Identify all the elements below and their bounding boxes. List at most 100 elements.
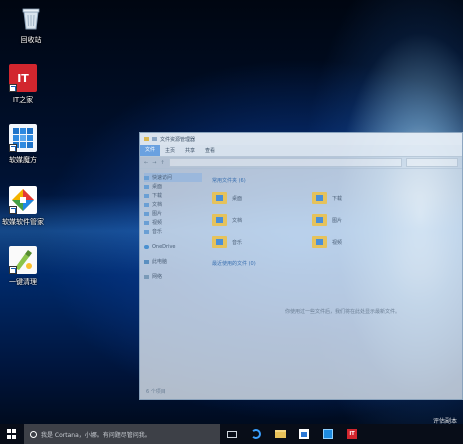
store-button[interactable] <box>292 424 316 444</box>
folder-tile[interactable]: 音乐 <box>212 234 312 250</box>
up-arrow-icon[interactable]: ↑ <box>160 160 164 166</box>
file-explorer-window[interactable]: 文件资源管理器 文件 主页 共享 查看 ← → ↑ 快速访问 桌面 下载 文档 … <box>139 132 463 400</box>
one-click-clean-icon <box>9 246 37 274</box>
nav-item-quick-access[interactable]: 快速访问 <box>144 173 202 182</box>
tab-share[interactable]: 共享 <box>180 147 200 154</box>
nav-label: 文档 <box>152 202 163 208</box>
tab-view[interactable]: 查看 <box>200 147 220 154</box>
address-input[interactable] <box>168 158 402 167</box>
section-frequent-folders[interactable]: 常用文件夹 (6) <box>212 177 452 184</box>
ribbon-tabs: 文件 主页 共享 查看 <box>140 145 462 157</box>
ithome-button[interactable]: IT <box>340 424 364 444</box>
nav-label: 下载 <box>152 193 163 199</box>
nav-item-this-pc[interactable]: 此电脑 <box>144 257 202 266</box>
ithome-icon: IT <box>9 64 37 92</box>
nav-label: 此电脑 <box>152 259 168 265</box>
quick-access-toolbar-icon[interactable] <box>152 137 157 141</box>
section-recent-files[interactable]: 最近使用的文件 (0) <box>212 260 452 267</box>
task-view-button[interactable] <box>220 424 244 444</box>
music-icon <box>144 229 149 234</box>
download-icon <box>144 193 149 198</box>
folder-label: 下载 <box>332 195 343 202</box>
navigation-pane: 快速访问 桌面 下载 文档 图片 视频 音乐 OneDrive 此电脑 网络 <box>144 173 202 281</box>
shortcut-arrow-icon <box>9 84 17 92</box>
nav-label: 桌面 <box>152 184 163 190</box>
desktop-icon-label: IT之家 <box>12 96 34 104</box>
tab-file[interactable]: 文件 <box>140 145 161 156</box>
forward-arrow-icon[interactable]: → <box>152 160 156 166</box>
tab-home[interactable]: 主页 <box>160 147 180 154</box>
desktop-icon-software-manager[interactable]: 软媒软件管家 <box>0 186 52 227</box>
folder-tile[interactable]: 视频 <box>312 234 412 250</box>
cortana-search-box[interactable]: 我是 Cortana，小娜。有问题尽管问我。 <box>24 424 220 444</box>
folder-icon <box>212 236 227 248</box>
nav-label: 音乐 <box>152 229 163 235</box>
shortcut-arrow-icon <box>9 266 17 274</box>
network-icon <box>144 274 149 279</box>
store-icon <box>299 429 309 439</box>
edge-icon <box>251 429 261 439</box>
nav-item-videos[interactable]: 视频 <box>144 218 202 227</box>
nav-item-network[interactable]: 网络 <box>144 272 202 281</box>
desktop-icon-label: 软媒魔方 <box>9 156 37 164</box>
ruanmei-cube-icon <box>323 429 333 439</box>
nav-label: 网络 <box>152 274 163 280</box>
folder-label: 图片 <box>332 217 343 224</box>
nav-item-downloads[interactable]: 下载 <box>144 191 202 200</box>
ruanmei-cube-icon <box>9 124 37 152</box>
taskbar: 我是 Cortana，小娜。有问题尽管问我。 IT <box>0 424 463 444</box>
folder-grid: 桌面 下载 文档 图片 音乐 视频 <box>212 190 452 250</box>
folder-tile[interactable]: 文档 <box>212 212 312 228</box>
cortana-icon <box>30 430 37 438</box>
nav-item-pictures[interactable]: 图片 <box>144 209 202 218</box>
search-placeholder: 我是 Cortana，小娜。有问题尽管问我。 <box>41 431 151 439</box>
software-manager-icon <box>9 186 37 214</box>
desktop-icon-ithome[interactable]: IT IT之家 <box>0 64 52 105</box>
file-explorer-icon <box>274 430 286 438</box>
status-bar-text: 6 个项目 <box>146 389 166 395</box>
ithome-icon: IT <box>347 429 357 439</box>
edge-button[interactable] <box>244 424 268 444</box>
folder-label: 音乐 <box>232 239 243 246</box>
nav-item-desktop[interactable]: 桌面 <box>144 182 202 191</box>
nav-label: OneDrive <box>152 243 176 250</box>
folder-tile[interactable]: 桌面 <box>212 190 312 206</box>
file-explorer-button[interactable] <box>268 424 292 444</box>
nav-label: 快速访问 <box>152 175 173 181</box>
ruanmei-cube-button[interactable] <box>316 424 340 444</box>
folder-label: 视频 <box>332 239 343 246</box>
star-icon <box>144 175 149 180</box>
document-icon <box>144 202 149 207</box>
desktop-icon <box>144 184 149 189</box>
folder-label: 文档 <box>232 217 243 224</box>
desktop-icon-recycle-bin[interactable]: 回收站 <box>2 4 60 45</box>
desktop-icon-label: 回收站 <box>20 36 42 44</box>
cloud-icon <box>144 244 149 249</box>
search-box[interactable] <box>406 158 458 167</box>
folder-label: 桌面 <box>232 195 243 202</box>
video-icon <box>144 220 149 225</box>
desktop-icon-one-click-clean[interactable]: 一键清理 <box>0 246 52 287</box>
shortcut-arrow-icon <box>9 144 17 152</box>
start-button[interactable] <box>0 424 24 444</box>
picture-icon <box>144 211 149 216</box>
task-view-icon <box>227 430 237 438</box>
computer-icon <box>144 259 149 264</box>
windows-logo-icon <box>7 429 17 439</box>
address-bar: ← → ↑ <box>140 157 462 169</box>
desktop-icon-ruanmei-cube[interactable]: 软媒魔方 <box>0 124 52 165</box>
nav-item-documents[interactable]: 文档 <box>144 200 202 209</box>
explorer-titlebar[interactable]: 文件资源管理器 <box>140 133 462 145</box>
folder-icon <box>212 214 227 226</box>
folder-tile[interactable]: 下载 <box>312 190 412 206</box>
recent-files-empty-message: 你使用过一些文件后，我们将在此处显示最新文件。 <box>285 309 401 315</box>
back-arrow-icon[interactable]: ← <box>144 160 148 166</box>
folder-icon <box>312 236 327 248</box>
content-pane: 常用文件夹 (6) 桌面 下载 文档 图片 音乐 视频 最近使用的文件 (0) <box>212 177 452 267</box>
nav-item-onedrive[interactable]: OneDrive <box>144 242 202 251</box>
nav-label: 视频 <box>152 220 163 226</box>
folder-icon <box>312 192 327 204</box>
folder-tile[interactable]: 图片 <box>312 212 412 228</box>
desktop-icon-label: 一键清理 <box>9 278 37 286</box>
nav-item-music[interactable]: 音乐 <box>144 227 202 236</box>
